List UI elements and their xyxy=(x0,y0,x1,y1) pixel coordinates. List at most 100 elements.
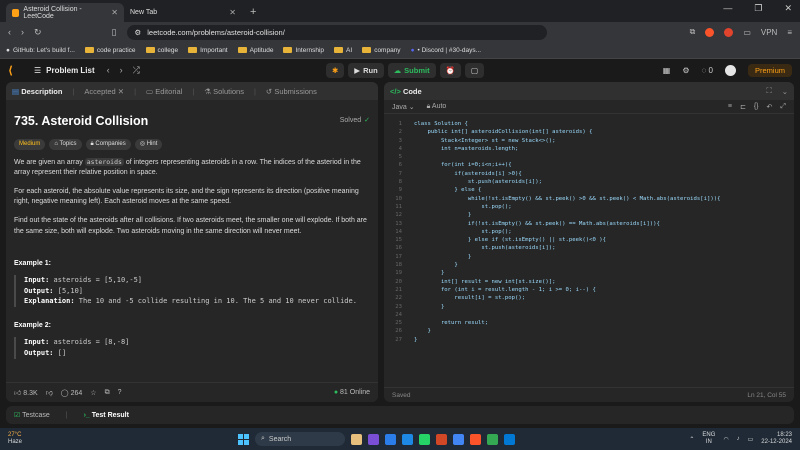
star-icon[interactable]: ☆ xyxy=(90,389,96,397)
run-button[interactable]: ▶ Run xyxy=(348,62,384,78)
layout-grid-icon[interactable]: ▦ xyxy=(663,66,671,75)
fullscreen-icon[interactable]: ⤢ xyxy=(780,103,786,111)
tab-code[interactable]: </> Code xyxy=(390,87,422,96)
code-line[interactable]: Stack<Integer> st = new Stack<>(); xyxy=(414,137,794,145)
code-line[interactable]: int[] result = new int[st.size()]; xyxy=(414,278,794,286)
chevron-up-icon[interactable]: ⌃ xyxy=(689,436,694,443)
code-line[interactable]: } xyxy=(414,211,794,219)
premium-button[interactable]: Premium xyxy=(747,63,792,77)
like-button[interactable]: 👍︎ 8.3K xyxy=(14,388,38,397)
leetcode-logo-icon[interactable]: ⟨ xyxy=(8,64,20,77)
office-icon[interactable] xyxy=(436,433,447,445)
format-icon[interactable]: ≡ xyxy=(728,103,732,111)
minimize-icon[interactable]: — xyxy=(723,3,732,14)
shuffle-icon[interactable]: ⤮ xyxy=(133,65,140,76)
bookmark-icon[interactable]: ⊏ xyxy=(740,103,746,111)
forward-arrow-icon[interactable]: › xyxy=(21,27,24,37)
file-explorer-icon[interactable] xyxy=(351,433,362,445)
bookmark-github[interactable]: ● GitHub: Let's build f... xyxy=(6,47,75,54)
code-line[interactable]: class Solution { xyxy=(414,120,794,128)
undo-icon[interactable]: ↶ xyxy=(767,103,773,111)
store-icon[interactable] xyxy=(385,433,396,445)
close-icon[interactable]: ✕ xyxy=(229,8,236,17)
autocomplete-toggle[interactable]: 🔒︎ Auto xyxy=(427,103,447,111)
code-line[interactable] xyxy=(414,153,794,161)
bookmark-code-practice[interactable]: code practice xyxy=(84,47,136,54)
site-info-icon[interactable]: ⚙ xyxy=(135,28,142,37)
streak-counter[interactable]: ◌ 0 xyxy=(702,66,713,75)
whatsapp-icon[interactable] xyxy=(419,433,430,445)
prev-problem-icon[interactable]: ‹ xyxy=(107,65,110,76)
code-line[interactable] xyxy=(414,311,794,319)
edge-icon[interactable] xyxy=(402,433,413,445)
bookmark-internship[interactable]: Internship xyxy=(283,47,324,54)
bookmark-college[interactable]: college xyxy=(145,47,178,54)
bookmark-discord[interactable]: ● • Discord | #30-days... xyxy=(411,47,482,54)
teams-icon[interactable] xyxy=(368,433,379,445)
code-line[interactable]: } xyxy=(414,261,794,269)
next-problem-icon[interactable]: › xyxy=(120,65,123,76)
reload-icon[interactable]: ↻ xyxy=(34,27,42,38)
browser-tab-newtab[interactable]: New Tab ✕ xyxy=(124,3,242,22)
brave-shield-icon[interactable] xyxy=(705,27,715,37)
tab-testcase[interactable]: ☑ Testcase xyxy=(14,411,50,419)
share-icon[interactable]: ⧉ xyxy=(105,389,110,397)
maximize-icon[interactable]: ❐ xyxy=(754,3,762,14)
taskbar-search[interactable]: ⌕ Search xyxy=(255,432,345,446)
brave-icon[interactable] xyxy=(470,433,481,445)
volume-icon[interactable]: ♪ xyxy=(737,436,740,442)
code-line[interactable]: for (int i = result.length - 1; i >= 0; … xyxy=(414,286,794,294)
vscode-icon[interactable] xyxy=(504,433,515,445)
tab-submissions[interactable]: ↺ Submissions xyxy=(266,87,317,96)
settings-gear-icon[interactable]: ⚙ xyxy=(682,66,689,75)
hint-tag[interactable]: ◎ Hint xyxy=(134,139,163,150)
code-line[interactable]: public int[] asteroidCollision(int[] ast… xyxy=(414,128,794,136)
collapse-icon[interactable]: ⌄ xyxy=(782,87,788,96)
bookmark-aptitude[interactable]: Aptitude xyxy=(237,47,273,54)
timer-button[interactable]: ⏰ xyxy=(439,62,461,78)
code-editor[interactable]: 1 2 3 4 5 6 7 8 9 10 11 12 13 14 15 16 17 18 19 20 21 22 23 24 2… xyxy=(384,114,794,384)
language-indicator[interactable]: ENG IN xyxy=(702,432,715,445)
language-select[interactable]: Java ⌄ xyxy=(392,103,415,111)
code-line[interactable]: st.push(asteroids[i]); xyxy=(414,178,794,186)
code-line[interactable]: } else { xyxy=(414,186,794,194)
code-line[interactable]: if(!st.isEmpty() && st.peek() == Math.ab… xyxy=(414,220,794,228)
new-tab-plus-icon[interactable]: + xyxy=(250,6,256,18)
companies-tag[interactable]: 🔒︎ Companies xyxy=(85,139,131,150)
dislike-icon[interactable]: 👎︎ xyxy=(46,388,53,397)
battery-icon[interactable]: ▭ xyxy=(748,436,754,443)
bookmark-icon[interactable]: ▯ xyxy=(112,27,117,38)
chrome-icon[interactable] xyxy=(453,433,464,445)
topics-tag[interactable]: ⌂ Topics xyxy=(49,139,82,150)
vpn-label[interactable]: VPN xyxy=(761,28,777,37)
code-line[interactable]: } else if (st.isEmpty() || st.peek()<0 )… xyxy=(414,236,794,244)
help-icon[interactable]: ? xyxy=(118,389,122,396)
code-line[interactable]: } xyxy=(414,269,794,277)
problem-list-button[interactable]: ☰ Problem List xyxy=(34,66,95,75)
code-line[interactable]: st.push(asteroids[i]); xyxy=(414,244,794,252)
code-line[interactable]: return result; xyxy=(414,319,794,327)
comments-button[interactable]: ◯ 264 xyxy=(61,389,82,397)
share-icon[interactable]: ⧉ xyxy=(690,27,696,37)
browser-tab-leetcode[interactable]: Asteroid Collision - LeetCode ✕ xyxy=(6,3,124,22)
back-arrow-icon[interactable]: ‹ xyxy=(8,27,11,37)
tab-editorial[interactable]: ▭ Editorial xyxy=(146,87,182,96)
code-line[interactable]: if(asteroids[i] >0){ xyxy=(414,170,794,178)
windows-start-icon[interactable] xyxy=(238,433,249,445)
weather-widget[interactable]: 27°C Haze xyxy=(8,432,22,446)
braces-icon[interactable]: {} xyxy=(754,103,759,111)
avatar[interactable] xyxy=(724,64,736,76)
wifi-icon[interactable]: ◠ xyxy=(723,436,728,443)
code-line[interactable]: st.pop(); xyxy=(414,203,794,211)
tab-solutions[interactable]: ⚗ Solutions xyxy=(204,87,244,96)
close-icon[interactable]: ✕ xyxy=(118,87,124,96)
sidebar-icon[interactable]: ▭ xyxy=(743,28,751,37)
bookmark-ai[interactable]: AI xyxy=(334,47,352,54)
menu-icon[interactable]: ≡ xyxy=(787,28,792,37)
code-line[interactable]: int n=asteroids.length; xyxy=(414,145,794,153)
bookmark-important[interactable]: Important xyxy=(188,47,228,54)
app-icon[interactable] xyxy=(487,433,498,445)
maximize-icon[interactable]: ⛶ xyxy=(766,86,771,96)
debug-button[interactable]: ✱ xyxy=(326,62,345,78)
code-line[interactable]: } xyxy=(414,336,794,344)
